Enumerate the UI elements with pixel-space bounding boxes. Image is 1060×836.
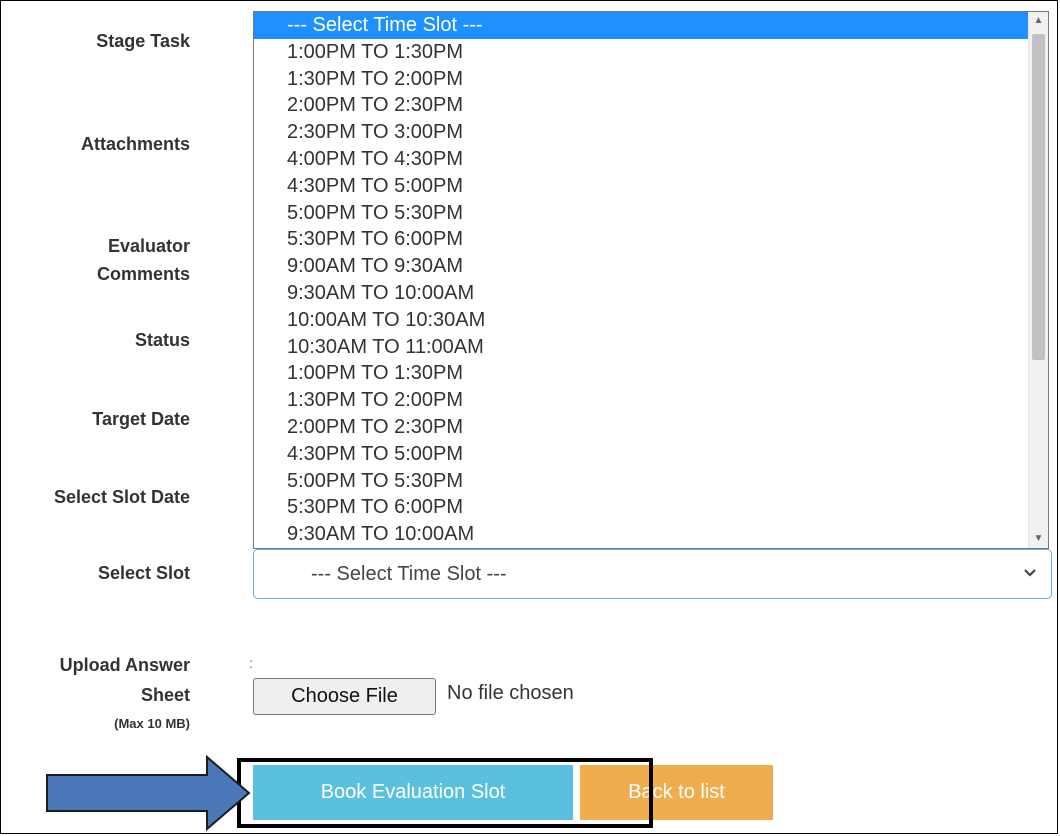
time-slot-option[interactable]: 4:00PM TO 4:30PM <box>254 146 1048 173</box>
scroll-up-icon[interactable]: ▲ <box>1029 12 1048 30</box>
time-slot-option[interactable]: 10:00AM TO 10:30AM <box>254 307 1048 334</box>
time-slot-option[interactable]: 5:30PM TO 6:00PM <box>254 226 1048 253</box>
label-select-slot-date: Select Slot Date <box>53 487 190 507</box>
select-slot-dropdown[interactable]: --- Select Time Slot --- <box>253 549 1052 599</box>
time-slot-option[interactable]: 1:00PM TO 1:30PM <box>254 360 1048 387</box>
annotation-arrow-icon <box>46 755 251 831</box>
time-slot-option[interactable]: 5:30PM TO 6:00PM <box>254 494 1048 521</box>
upload-colon: : <box>249 655 253 671</box>
time-slot-option[interactable]: 9:30AM TO 10:00AM <box>254 521 1048 548</box>
label-evaluator: Evaluator <box>107 236 190 256</box>
time-slot-option[interactable]: 10:30AM TO 11:00AM <box>254 334 1048 361</box>
time-slot-option[interactable]: 2:00PM TO 2:30PM <box>254 414 1048 441</box>
choose-file-button[interactable]: Choose File <box>253 678 436 715</box>
time-slot-option[interactable]: 9:30AM TO 10:00AM <box>254 280 1048 307</box>
time-slot-option[interactable]: 2:30PM TO 3:00PM <box>254 119 1048 146</box>
label-comments: Comments <box>96 264 190 284</box>
time-slot-option[interactable]: 9:00AM TO 9:30AM <box>254 253 1048 280</box>
time-slot-option[interactable]: 1:30PM TO 2:00PM <box>254 66 1048 93</box>
label-select-slot: Select Slot <box>97 563 190 583</box>
dropdown-scrollbar[interactable]: ▲ ▼ <box>1028 12 1048 548</box>
label-attachments: Attachments <box>80 134 190 154</box>
label-stage-task: Stage Task <box>96 31 190 51</box>
chevron-down-icon <box>1024 569 1036 577</box>
time-slot-option[interactable]: 2:00PM TO 2:30PM <box>254 92 1048 119</box>
scroll-down-icon[interactable]: ▼ <box>1029 530 1048 548</box>
time-slot-option[interactable]: 4:30PM TO 5:00PM <box>254 173 1048 200</box>
select-slot-value: --- Select Time Slot --- <box>311 563 507 585</box>
time-slot-options: --- Select Time Slot --- 1:00PM TO 1:30PM… <box>254 12 1048 548</box>
label-upload-answer: Upload Answer <box>59 655 190 675</box>
label-target-date: Target Date <box>92 409 190 429</box>
back-to-list-button[interactable]: Back to list <box>580 765 773 820</box>
time-slot-option[interactable]: 5:00PM TO 5:30PM <box>254 468 1048 495</box>
time-slot-option[interactable]: 5:00PM TO 5:30PM <box>254 200 1048 227</box>
time-slot-option[interactable]: 1:30PM TO 2:00PM <box>254 387 1048 414</box>
time-slot-option[interactable]: 4:30PM TO 5:00PM <box>254 441 1048 468</box>
time-slot-option[interactable]: 1:00PM TO 1:30PM <box>254 39 1048 66</box>
label-max-size: (Max 10 MB) <box>114 716 190 731</box>
book-evaluation-slot-button[interactable]: Book Evaluation Slot <box>253 765 573 820</box>
label-sheet: Sheet <box>140 685 190 705</box>
time-slot-dropdown-list[interactable]: --- Select Time Slot --- 1:00PM TO 1:30PM… <box>253 11 1049 549</box>
scrollbar-thumb[interactable] <box>1032 34 1045 360</box>
file-status-text: No file chosen <box>447 682 574 704</box>
time-slot-option-selected[interactable]: --- Select Time Slot --- <box>254 12 1048 39</box>
label-status: Status <box>134 330 190 350</box>
